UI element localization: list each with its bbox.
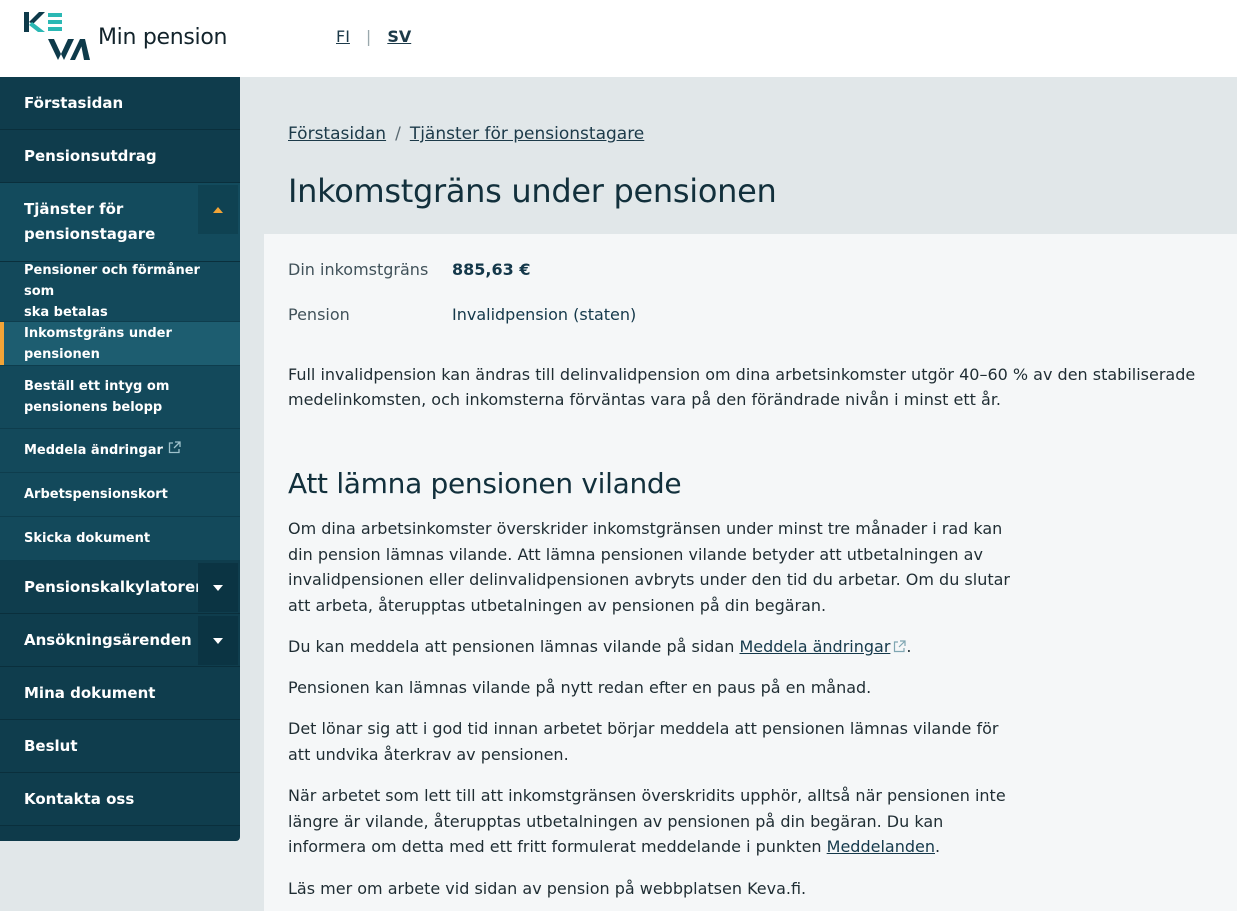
sidebar-item-label-line2: pensionstagare: [24, 225, 156, 243]
lang-separator: |: [365, 27, 372, 46]
sidebar-subitem-meddela-andringar[interactable]: Meddela ändringar: [0, 429, 240, 473]
sidebar-item-label: Förstasidan: [24, 94, 124, 112]
sidebar-subitem-pensioner[interactable]: Pensioner och förmåner som ska betalas: [0, 262, 240, 322]
sidebar-subitem-label-line1: Beställ ett intyg om: [24, 379, 170, 394]
sidebar-item-label: Mina dokument: [24, 684, 156, 702]
sidebar-item-label: Pensionsutdrag: [24, 147, 157, 165]
sidebar-nav: Förstasidan Pensionsutdrag Tjänster för …: [0, 77, 240, 841]
sidebar-subitem-label: Beställ ett intyg om pensionens belopp: [24, 376, 169, 418]
paragraph-text: .: [906, 637, 912, 656]
sidebar-subitem-skicka-dokument[interactable]: Skicka dokument: [0, 517, 240, 561]
sidebar-subitem-label-line1: Pensioner och förmåner som: [24, 263, 200, 299]
paragraph-5: När arbetet som lett till att inkomstgrä…: [288, 783, 1018, 860]
pension-type-row: Pension Invalidpension (staten): [288, 305, 636, 324]
lang-fi-link[interactable]: FI: [336, 27, 350, 46]
external-link-icon: [168, 440, 181, 461]
paragraph-6: Läs mer om arbete vid sidan av pension p…: [288, 879, 807, 898]
meddelanden-link[interactable]: Meddelanden: [827, 837, 935, 856]
keva-logo[interactable]: [24, 12, 94, 64]
paragraph-2: Du kan meddela att pensionen lämnas vila…: [288, 634, 1018, 660]
income-limit-label: Din inkomstgräns: [288, 260, 429, 279]
sidebar-item-forstasidan[interactable]: Förstasidan: [0, 77, 240, 130]
sidebar-item-beslut[interactable]: Beslut: [0, 720, 240, 773]
paragraph-1: Om dina arbetsinkomster överskrider inko…: [288, 519, 1010, 615]
breadcrumb: Förstasidan / Tjänster för pensionstagar…: [288, 124, 644, 144]
sidebar-subitem-label: Arbetspensionskort: [24, 487, 168, 502]
sidebar-item-label: Ansökningsärenden: [24, 631, 192, 649]
sidebar-item-ansokningsarenden[interactable]: Ansökningsärenden: [0, 614, 240, 667]
language-switcher: FI | SV: [336, 27, 411, 46]
sidebar-subitem-label: Pensioner och förmåner som ska betalas: [24, 260, 216, 323]
content-panel: Din inkomstgräns 885,63 € Pension Invali…: [264, 234, 1237, 911]
sidebar-subitem-label-line2: pensionens belopp: [24, 400, 163, 415]
sidebar-subitem-inkomstgrans[interactable]: Inkomstgräns under pensionen: [0, 322, 240, 366]
intro-paragraph: Full invalidpension kan ändras till deli…: [288, 365, 1196, 409]
external-link-icon: [893, 635, 907, 661]
page-header: Förstasidan / Tjänster för pensionstagar…: [264, 77, 1237, 234]
breadcrumb-home-link[interactable]: Förstasidan: [288, 124, 386, 144]
income-limit-value: 885,63 €: [452, 260, 531, 279]
caret-down-icon: [213, 584, 223, 591]
top-header: Min pension FI | SV: [0, 0, 1237, 77]
sidebar-subitem-label-line2: ska betalas: [24, 305, 108, 320]
sidebar-item-tjanster[interactable]: Tjänster för pensionstagare: [0, 183, 240, 262]
expand-toggle[interactable]: [198, 616, 238, 665]
sidebar-item-pensionsutdrag[interactable]: Pensionsutdrag: [0, 130, 240, 183]
sidebar-item-kontakta-oss[interactable]: Kontakta oss: [0, 773, 240, 826]
collapse-toggle[interactable]: [198, 185, 238, 234]
pension-type-value: Invalidpension (staten): [452, 305, 637, 324]
meddela-andringar-link[interactable]: Meddela ändringar: [739, 637, 890, 656]
sidebar-item-label: Pensionskalkylatorer: [24, 578, 203, 596]
sidebar-item-mina-dokument[interactable]: Mina dokument: [0, 667, 240, 720]
income-limit-row: Din inkomstgräns 885,63 €: [288, 260, 530, 279]
paragraph-text: .: [935, 837, 941, 856]
expand-toggle[interactable]: [198, 563, 238, 612]
sidebar-item-label-line1: Tjänster för: [24, 200, 124, 218]
sidebar-item-pensionskalkylatorer[interactable]: Pensionskalkylatorer: [0, 561, 240, 614]
lang-sv-link[interactable]: SV: [387, 27, 411, 46]
breadcrumb-separator: /: [395, 124, 401, 144]
caret-up-icon: [213, 206, 223, 213]
caret-down-icon: [213, 637, 223, 644]
sidebar-subitem-bestall-intyg[interactable]: Beställ ett intyg om pensionens belopp: [0, 366, 240, 429]
sidebar-item-label: Tjänster för pensionstagare: [24, 197, 155, 247]
sidebar-subitem-arbetspensionskort[interactable]: Arbetspensionskort: [0, 473, 240, 517]
breadcrumb-current-link[interactable]: Tjänster för pensionstagare: [410, 124, 644, 144]
page-title: Inkomstgräns under pensionen: [288, 172, 777, 210]
sidebar-subitem-label: Meddela ändringar: [24, 443, 163, 458]
sidebar-item-label: Kontakta oss: [24, 790, 135, 808]
paragraph-text: Du kan meddela att pensionen lämnas vila…: [288, 637, 740, 656]
section-title: Att lämna pensionen vilande: [288, 467, 682, 500]
sidebar-subitem-label: Skicka dokument: [24, 531, 151, 546]
app-title[interactable]: Min pension: [98, 25, 227, 50]
sidebar-item-label: Beslut: [24, 737, 78, 755]
paragraph-4: Det lönar sig att i god tid innan arbete…: [288, 719, 999, 764]
pension-type-label: Pension: [288, 305, 350, 324]
paragraph-3: Pensionen kan lämnas vilande på nytt red…: [288, 678, 872, 697]
sidebar-subitem-label: Inkomstgräns under pensionen: [24, 325, 172, 362]
